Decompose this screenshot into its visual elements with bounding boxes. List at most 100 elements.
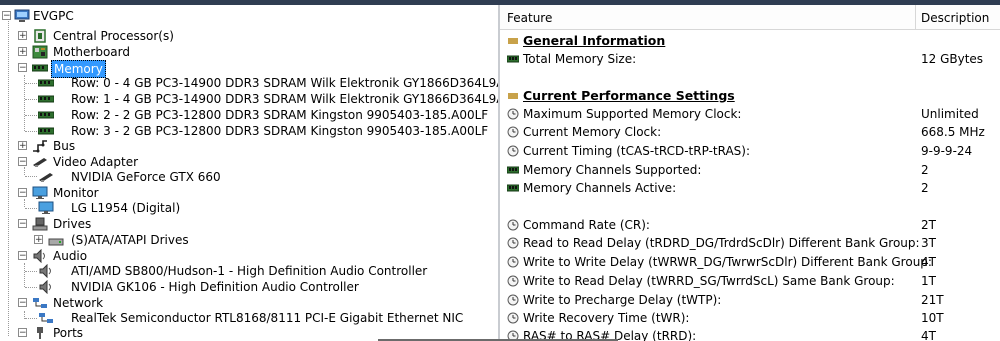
detail-row[interactable]: Write to Write Delay (tWRWR_DG/TwrwrScDl… xyxy=(500,253,1000,271)
tree-label: RealTek Semiconductor RTL8168/8111 PCI-E… xyxy=(71,311,464,325)
tree-label: Video Adapter xyxy=(53,155,139,169)
tree-line xyxy=(25,131,37,132)
tree-label: Monitor xyxy=(53,186,99,200)
detail-row[interactable]: Read to Read Delay (tRDRD_DG/TrdrdScDlr)… xyxy=(500,234,1000,252)
feature-value: 9-9-9-24 xyxy=(921,144,973,158)
collapse-toggle[interactable]: − xyxy=(18,298,27,308)
detail-row[interactable]: Command Rate (CR): 2T xyxy=(500,216,1000,234)
detail-row[interactable]: Memory Channels Supported: 2 xyxy=(500,161,1000,179)
memory-module-icon xyxy=(507,184,519,192)
network-icon xyxy=(33,298,47,308)
device-tree-panel[interactable]: − EVGPC + Central Processor(s) + Motherb… xyxy=(0,5,498,341)
detail-row[interactable]: Write to Precharge Delay (tWTP): 21T xyxy=(500,291,1000,309)
feature-label: Command Rate (CR): xyxy=(523,218,650,232)
memory-module-icon xyxy=(507,166,519,174)
video-card-icon xyxy=(39,173,53,182)
feature-value: Unlimited xyxy=(921,107,979,121)
hard-drive-icon xyxy=(48,238,64,246)
feature-label: Current Memory Clock: xyxy=(523,125,662,139)
section-title: General Information xyxy=(523,33,666,48)
bus-icon xyxy=(33,140,47,153)
tree-line xyxy=(25,287,37,288)
collapse-toggle[interactable]: − xyxy=(18,328,27,338)
tree-label: Central Processor(s) xyxy=(53,29,174,43)
section-general-information: General Information xyxy=(500,32,1000,50)
speaker-icon xyxy=(39,264,51,278)
monitor-icon xyxy=(38,201,54,214)
tree-line xyxy=(25,176,37,177)
network-icon xyxy=(39,313,53,323)
detail-row[interactable]: Write Recovery Time (tWR): 10T xyxy=(500,309,1000,327)
drives-icon xyxy=(32,217,48,231)
memory-module-icon xyxy=(507,55,519,63)
collapse-toggle[interactable]: − xyxy=(18,251,27,261)
tree-line xyxy=(24,167,25,175)
speaker-icon xyxy=(39,280,51,294)
feature-value: 2T xyxy=(921,218,936,232)
tree-label: Drives xyxy=(53,217,92,231)
clock-icon xyxy=(507,237,519,249)
detail-row[interactable]: Write to Read Delay (tWRRD_SG/TwrrdScL) … xyxy=(500,272,1000,290)
collapse-toggle[interactable]: − xyxy=(18,188,27,198)
column-divider[interactable] xyxy=(915,5,916,29)
tree-line xyxy=(25,99,37,100)
tree-label: Row: 1 - 4 GB PC3-14900 DDR3 SDRAM Wilk … xyxy=(71,92,498,106)
collapse-toggle[interactable]: − xyxy=(2,11,11,21)
tree-label: Network xyxy=(53,296,104,310)
feature-value: 4T xyxy=(921,329,936,341)
clock-icon xyxy=(507,256,519,268)
section-current-performance: Current Performance Settings xyxy=(500,87,1000,105)
feature-value: 3T xyxy=(921,236,936,250)
expand-toggle[interactable]: + xyxy=(18,141,27,151)
memory-module-icon xyxy=(38,95,54,103)
detail-row[interactable]: Current Timing (tCAS-tRCD-tRP-tRAS): 9-9-… xyxy=(500,142,1000,160)
expand-toggle[interactable]: + xyxy=(18,47,27,57)
speaker-icon xyxy=(33,249,45,263)
computer-icon xyxy=(14,9,30,22)
detail-row[interactable]: Maximum Supported Memory Clock: Unlimited xyxy=(500,105,1000,123)
detail-row[interactable]: Memory Channels Active: 2 xyxy=(500,179,1000,197)
feature-label: Read to Read Delay (tRDRD_DG/TrdrdScDlr)… xyxy=(523,236,920,250)
tree-line xyxy=(25,318,37,319)
feature-label: Total Memory Size: xyxy=(523,52,637,66)
monitor-icon xyxy=(32,186,48,199)
feature-label: Write to Write Delay (tWRWR_DG/TwrwrScDl… xyxy=(523,255,932,269)
column-header-feature[interactable]: Feature xyxy=(507,11,552,25)
feature-label: Memory Channels Active: xyxy=(523,181,677,195)
clock-icon xyxy=(507,312,519,324)
section-icon xyxy=(508,93,518,99)
detail-row[interactable]: Total Memory Size: 12 GBytes xyxy=(500,50,1000,68)
feature-label: Current Timing (tCAS-tRCD-tRP-tRAS): xyxy=(523,144,751,158)
tree-label: LG L1954 (Digital) xyxy=(71,201,181,215)
expand-toggle[interactable]: + xyxy=(18,31,27,41)
clock-icon xyxy=(507,108,519,120)
tree-label: Audio xyxy=(53,249,88,263)
feature-label: Write to Precharge Delay (tWTP): xyxy=(523,293,722,307)
details-panel[interactable]: Feature Description General Information … xyxy=(500,5,1000,341)
expand-toggle[interactable]: + xyxy=(34,235,43,245)
tree-line xyxy=(8,16,9,336)
clock-icon xyxy=(507,126,519,138)
feature-label: Write to Read Delay (tWRRD_SG/TwrrdScL) … xyxy=(523,274,895,288)
tree-line xyxy=(24,199,25,207)
collapse-toggle[interactable]: − xyxy=(18,219,27,229)
collapse-toggle[interactable]: − xyxy=(18,157,27,167)
memory-module-icon xyxy=(38,127,54,135)
feature-value: 4T xyxy=(921,255,936,269)
feature-label: Maximum Supported Memory Clock: xyxy=(523,107,742,121)
column-header-description[interactable]: Description xyxy=(921,11,989,25)
tree-label: EVGPC xyxy=(33,9,74,23)
motherboard-icon xyxy=(32,45,48,59)
feature-value: 12 GBytes xyxy=(921,52,984,66)
memory-module-icon xyxy=(38,111,54,119)
feature-label: Memory Channels Supported: xyxy=(523,163,702,177)
clock-icon xyxy=(507,275,519,287)
memory-module-icon xyxy=(32,64,48,72)
detail-row[interactable]: Current Memory Clock: 668.5 MHz xyxy=(500,123,1000,141)
tree-label: Row: 0 - 4 GB PC3-14900 DDR3 SDRAM Wilk … xyxy=(71,76,498,90)
tree-label: Bus xyxy=(53,139,76,153)
details-header: Feature Description xyxy=(500,5,1000,30)
feature-value: 1T xyxy=(921,274,936,288)
collapse-toggle[interactable]: − xyxy=(18,63,27,73)
tree-label: Row: 3 - 2 GB PC3-12800 DDR3 SDRAM Kings… xyxy=(71,124,489,138)
